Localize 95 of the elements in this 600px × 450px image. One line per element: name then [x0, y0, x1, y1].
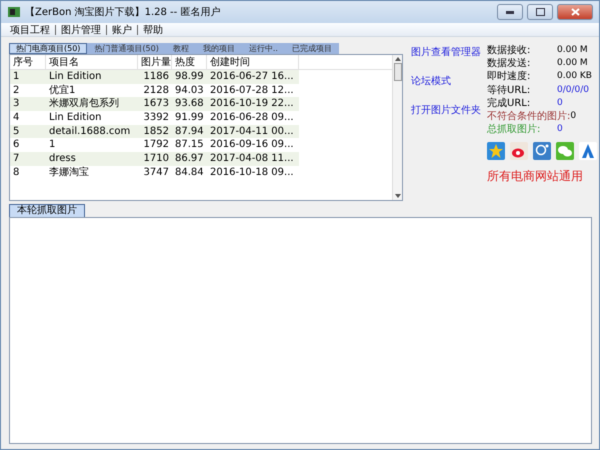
table-cell-text: 7 — [12, 152, 20, 166]
stat-value: 0 — [570, 111, 578, 122]
table-cell-text: 2016-10-19 22... — [209, 97, 295, 112]
column-header[interactable]: 序号 — [10, 55, 46, 69]
table-cell-text: 3747 — [142, 166, 170, 180]
minimize-button[interactable] — [497, 4, 523, 20]
stat-value: 0.00 M — [557, 44, 589, 55]
stat-label: 即时速度: — [487, 70, 530, 84]
table-cell-text: 1 — [12, 70, 20, 84]
tab[interactable]: 我的项目 — [196, 43, 242, 54]
table-cell-text: 5 — [12, 124, 20, 138]
stat-label: 数据发送: — [487, 56, 530, 70]
table-cell-text: 2016-06-27 16... — [209, 70, 295, 84]
table-cell-text: 2128 — [142, 84, 170, 98]
table-cell-text: 米娜双肩包系列 — [48, 97, 120, 112]
column-header[interactable]: 图片量 — [138, 55, 172, 69]
table-cell-text: 87.94 — [174, 124, 205, 138]
stat-label: 不符合条件的图片: — [487, 110, 570, 124]
minimize-icon — [506, 10, 514, 14]
table-cell-text: 3 — [12, 97, 20, 112]
table-cell-text: dress — [48, 152, 77, 166]
table-cell-text: 8 — [12, 166, 20, 180]
tab[interactable]: 热门普通项目(50) — [87, 43, 166, 54]
table-cell-text: 2 — [12, 84, 20, 98]
close-icon — [570, 8, 580, 16]
table-row[interactable]: 1 Lin Edition 1186 98.99 2016-06-27 16... — [10, 70, 299, 84]
table-cell-text: 91.99 — [174, 111, 205, 125]
scroll-up-icon[interactable] — [394, 57, 400, 61]
table-cell-text: 2016-06-28 09... — [209, 111, 295, 125]
table-cell-text: 2016-09-16 09... — [209, 138, 295, 152]
tab[interactable]: 运行中.. — [242, 43, 285, 54]
maximize-button[interactable] — [527, 4, 553, 20]
stat-value: 0/0/0/0 — [557, 84, 590, 95]
stat-label: 数据接收: — [487, 44, 530, 57]
table-cell-text: 1186 — [142, 70, 170, 84]
table-cell-text: 1673 — [142, 97, 170, 112]
star-icon[interactable] — [487, 142, 505, 160]
tab[interactable]: 已完成项目 — [284, 43, 339, 54]
column-header[interactable]: 热度 — [172, 55, 207, 69]
tab[interactable]: 热门电商项目(50) — [9, 43, 88, 54]
stat-value: 0 — [557, 98, 564, 108]
link[interactable]: 论坛模式 — [411, 74, 479, 88]
table-cell-text: 6 — [12, 138, 20, 152]
link[interactable]: 图片查看管理器 — [411, 45, 479, 59]
table-row[interactable]: 3 米娜双肩包系列 1673 93.68 2016-10-19 22... — [10, 97, 299, 112]
table-cell-text: 86.97 — [174, 152, 205, 166]
app-icon — [7, 5, 21, 19]
table-cell-text: 2017-04-08 11... — [209, 152, 295, 166]
slogan: 所有电商网站通用 — [487, 168, 584, 186]
table-cell-text: 98.99 — [174, 70, 205, 84]
eye-icon[interactable] — [510, 142, 528, 160]
maximize-icon — [536, 8, 544, 16]
table-cell-text: 1792 — [142, 138, 170, 152]
tab[interactable]: 本轮抓取图片 — [9, 204, 85, 217]
table-cell-text: Lin Edition — [48, 111, 102, 125]
table-cell-text: 1 — [48, 138, 56, 152]
table-cell-text: 1710 — [142, 152, 170, 166]
table-cell-text: 84.84 — [174, 166, 205, 180]
stat-value: 0.00 M — [557, 58, 589, 68]
table-cell-text: 93.68 — [174, 97, 205, 112]
table-cell-text: 2016-10-18 09... — [209, 166, 295, 180]
menu-item[interactable]: 帮助 — [138, 22, 168, 36]
table-cell-text: 李娜淘宝 — [48, 166, 90, 180]
tent-icon[interactable] — [579, 142, 597, 160]
table-cell-text: 94.03 — [174, 84, 205, 98]
table-row[interactable]: 7 dress 1710 86.97 2017-04-08 11... — [10, 152, 299, 166]
stat-value: 0.00 KB — [557, 71, 593, 82]
table-cell-text: 2017-04-11 00... — [209, 124, 295, 138]
scroll-thumb[interactable] — [394, 63, 402, 81]
window-title: 【ZerBon 淘宝图片下载】1.28 -- 匿名用户 — [25, 6, 222, 19]
stat-value: 0 — [557, 124, 564, 134]
table-cell-text: Lin Edition — [48, 70, 102, 84]
menu-item[interactable]: 图片管理 — [56, 22, 106, 36]
table-cell-text: 4 — [12, 111, 20, 125]
scroll-down-icon[interactable] — [394, 194, 400, 198]
stat-label: 完成URL: — [487, 96, 530, 110]
stat-label: 等待URL: — [487, 84, 530, 97]
link[interactable]: 打开图片文件夹 — [411, 103, 479, 117]
column-header[interactable]: 创建时间 — [207, 55, 299, 69]
scrollbar[interactable] — [392, 55, 402, 200]
table-cell-text: detail.1688.com — [48, 124, 132, 138]
menu-item[interactable]: 项目工程 — [5, 22, 55, 36]
table-cell-text: 1852 — [142, 124, 170, 138]
search-bubble-icon[interactable] — [533, 142, 551, 160]
stat-label: 总抓取图片: — [487, 122, 540, 136]
table-cell-text: 2016-07-28 12... — [209, 84, 295, 98]
table-cell-text: 87.15 — [174, 138, 205, 152]
close-button[interactable] — [557, 4, 593, 20]
table-cell-text: 优宜1 — [48, 84, 76, 98]
menu-item[interactable]: 账户 — [107, 22, 137, 36]
table-row[interactable]: 5 detail.1688.com 1852 87.94 2017-04-11 00... — [10, 124, 299, 138]
column-header[interactable]: 项目名 — [46, 55, 138, 69]
tab[interactable]: 教程 — [166, 43, 196, 54]
chat-bubbles-icon[interactable] — [556, 142, 574, 160]
table-cell-text: 3392 — [142, 111, 170, 125]
